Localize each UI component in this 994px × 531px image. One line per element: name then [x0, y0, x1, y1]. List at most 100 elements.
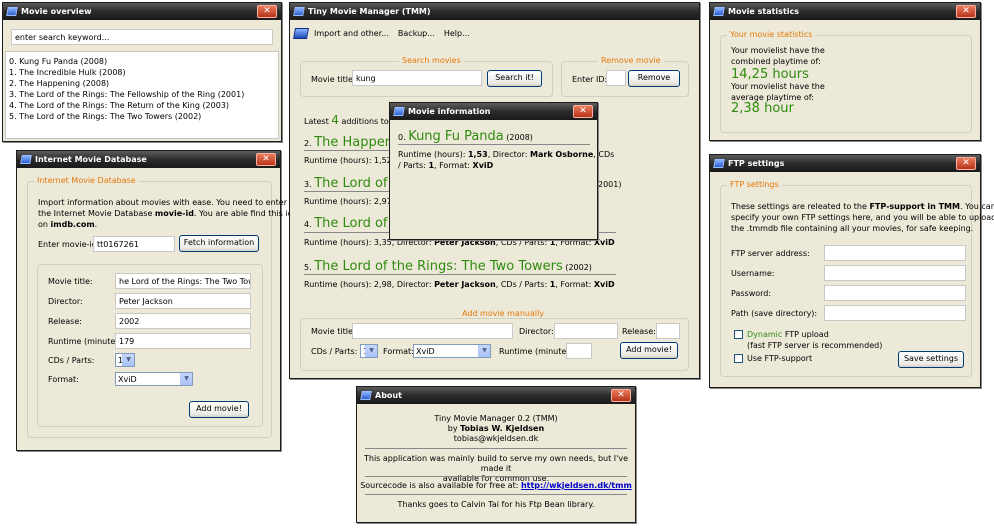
- combined-playtime-value: 14,25 hours: [731, 67, 809, 82]
- ftp-description: These settings are releated to the FTP-s…: [731, 202, 994, 233]
- imdb-window: Internet Movie Database ✕ Internet Movie …: [16, 150, 293, 451]
- close-icon[interactable]: ✕: [573, 105, 593, 118]
- save-settings-button[interactable]: Save settings: [898, 351, 964, 368]
- list-item[interactable]: 0. Kung Fu Panda (2008): [9, 56, 275, 67]
- group-label: Your movie statistics: [727, 30, 816, 39]
- manual-title-input[interactable]: [352, 323, 513, 339]
- manual-cds-label: CDs / Parts:: [311, 347, 358, 356]
- search-movie-input[interactable]: kung: [352, 70, 482, 86]
- cds-select[interactable]: 1 ▼: [115, 353, 135, 367]
- server-label: FTP server address:: [731, 249, 810, 258]
- runtime-field[interactable]: 179: [115, 333, 251, 349]
- title-bar[interactable]: Tiny Movie Manager (TMM): [290, 3, 699, 20]
- title-bar[interactable]: Internet Movie Database ✕: [17, 151, 280, 168]
- window-title: FTP settings: [728, 159, 785, 168]
- title-bar[interactable]: About ✕: [357, 387, 635, 404]
- manual-runtime-input[interactable]: [566, 343, 592, 359]
- close-icon[interactable]: ✕: [956, 5, 976, 18]
- about-header: Tiny Movie Manager 0.2 (TMM) by Tobias W…: [434, 414, 558, 443]
- add-movie-button[interactable]: Add movie!: [189, 401, 249, 418]
- latest-additions-heading: Latest 4 additions to yo: [304, 113, 401, 127]
- manual-director-input[interactable]: [554, 323, 618, 339]
- chevron-down-icon[interactable]: ▼: [365, 345, 377, 357]
- divider: [365, 476, 627, 477]
- desc-line: the Internet Movie Database movie-id. Yo…: [38, 209, 293, 218]
- title-bar[interactable]: Movie statistics ✕: [710, 3, 980, 20]
- enter-id-label: Enter movie-id:: [38, 240, 100, 249]
- fetch-information-button[interactable]: Fetch information: [179, 235, 259, 252]
- divider: [365, 494, 627, 495]
- list-item[interactable]: 3. The Lord of the Rings: The Fellowship…: [9, 89, 275, 100]
- app-icon: [713, 159, 725, 168]
- movie-entry-title[interactable]: 3. The Lord of t: [304, 176, 397, 191]
- movie-entry-title[interactable]: 5. The Lord of the Rings: The Two Towers…: [304, 259, 592, 274]
- about-paragraph: This application was mainly build to ser…: [364, 454, 628, 483]
- search-button[interactable]: Search it!: [487, 70, 542, 87]
- format-select[interactable]: XviD ▼: [115, 372, 193, 386]
- password-input[interactable]: [824, 285, 966, 301]
- movie-information-window: Movie information ✕ 0. Kung Fu Panda (200…: [389, 102, 614, 240]
- ftp-server-input[interactable]: [824, 245, 966, 261]
- list-item[interactable]: 2. The Happening (2008): [9, 78, 275, 89]
- close-icon[interactable]: ✕: [611, 389, 631, 402]
- imdb-description: Import information about movies with eas…: [38, 197, 293, 230]
- source-line: Sourcecode is also available for free at…: [360, 481, 632, 490]
- divider: [304, 150, 390, 151]
- path-input[interactable]: [824, 305, 966, 321]
- desc-line: Import information about movies with eas…: [38, 198, 288, 207]
- title-bar[interactable]: FTP settings ✕: [710, 155, 980, 172]
- list-item[interactable]: 5. The Lord of the Rings: The Two Towers…: [9, 111, 275, 122]
- window-title: Movie overview: [21, 7, 92, 16]
- group-label: Search movies: [399, 56, 464, 65]
- movie-id-input[interactable]: tt0167261: [93, 236, 175, 252]
- app-icon: [6, 7, 18, 16]
- stats-text: Your movielist have the combined playtim…: [731, 46, 825, 66]
- menu-bar: Import and other... Backup... Help...: [293, 24, 470, 42]
- search-input[interactable]: enter search keyword...: [11, 29, 273, 45]
- movie-entry-title[interactable]: 4. The Lord of t: [304, 216, 397, 231]
- close-icon[interactable]: ✕: [956, 157, 976, 170]
- movie-title-label: Movie title:: [48, 277, 93, 286]
- chevron-down-icon[interactable]: ▼: [478, 345, 490, 357]
- menu-item-import[interactable]: Import and other...: [314, 29, 389, 38]
- list-item[interactable]: 1. The Incredible Hulk (2008): [9, 67, 275, 78]
- close-icon[interactable]: ✕: [257, 5, 277, 18]
- remove-id-input[interactable]: [606, 70, 626, 86]
- manual-format-select[interactable]: XviD ▼: [413, 344, 491, 358]
- manual-title-label: Movie title:: [311, 327, 356, 336]
- movie-list[interactable]: 0. Kung Fu Panda (2008) 1. The Incredibl…: [5, 51, 279, 139]
- stats-text: Your movielist have the average playtime…: [731, 82, 825, 102]
- chevron-down-icon[interactable]: ▼: [180, 373, 192, 385]
- menu-item-help[interactable]: Help...: [444, 29, 470, 38]
- app-icon: [360, 391, 372, 400]
- username-label: Username:: [731, 269, 775, 278]
- average-playtime-value: 2,38 hour: [731, 101, 794, 116]
- info-movie-title: 0. Kung Fu Panda (2008): [398, 129, 533, 144]
- list-item[interactable]: 4. The Lord of the Rings: The Return of …: [9, 100, 275, 111]
- username-input[interactable]: [824, 265, 966, 281]
- chevron-down-icon[interactable]: ▼: [122, 354, 134, 366]
- thanks-line: Thanks goes to Calvin Tai for his Ftp Be…: [397, 500, 595, 509]
- group-label: Remove movie: [598, 56, 664, 65]
- use-ftp-label: Use FTP-support: [747, 354, 813, 363]
- manual-cds-select[interactable]: 1▼: [360, 344, 378, 358]
- close-icon[interactable]: ✕: [256, 153, 276, 166]
- remove-button[interactable]: Remove: [628, 70, 680, 87]
- title-bar[interactable]: Movie overview ✕: [3, 3, 281, 20]
- window-title: Tiny Movie Manager (TMM): [308, 7, 431, 16]
- manual-add-movie-button[interactable]: Add movie!: [620, 342, 678, 359]
- release-field[interactable]: 2002: [115, 313, 251, 329]
- divider: [304, 274, 616, 275]
- dynamic-upload-checkbox[interactable]: [734, 330, 743, 339]
- app-icon: [713, 7, 725, 16]
- source-link[interactable]: http://wkjeldsen.dk/tmm: [521, 481, 632, 490]
- movie-title-field[interactable]: he Lord of the Rings: The Two Towers: [115, 273, 251, 289]
- ftp-settings-window: FTP settings ✕ FTP settings These setting…: [709, 154, 994, 388]
- title-bar[interactable]: Movie information ✕: [390, 103, 597, 120]
- director-field[interactable]: Peter Jackson: [115, 293, 251, 309]
- movie-entry-year: 2001): [598, 180, 622, 189]
- app-icon: [393, 107, 405, 116]
- menu-item-backup[interactable]: Backup...: [398, 29, 435, 38]
- use-ftp-checkbox[interactable]: [734, 354, 743, 363]
- manual-release-input[interactable]: [656, 323, 680, 339]
